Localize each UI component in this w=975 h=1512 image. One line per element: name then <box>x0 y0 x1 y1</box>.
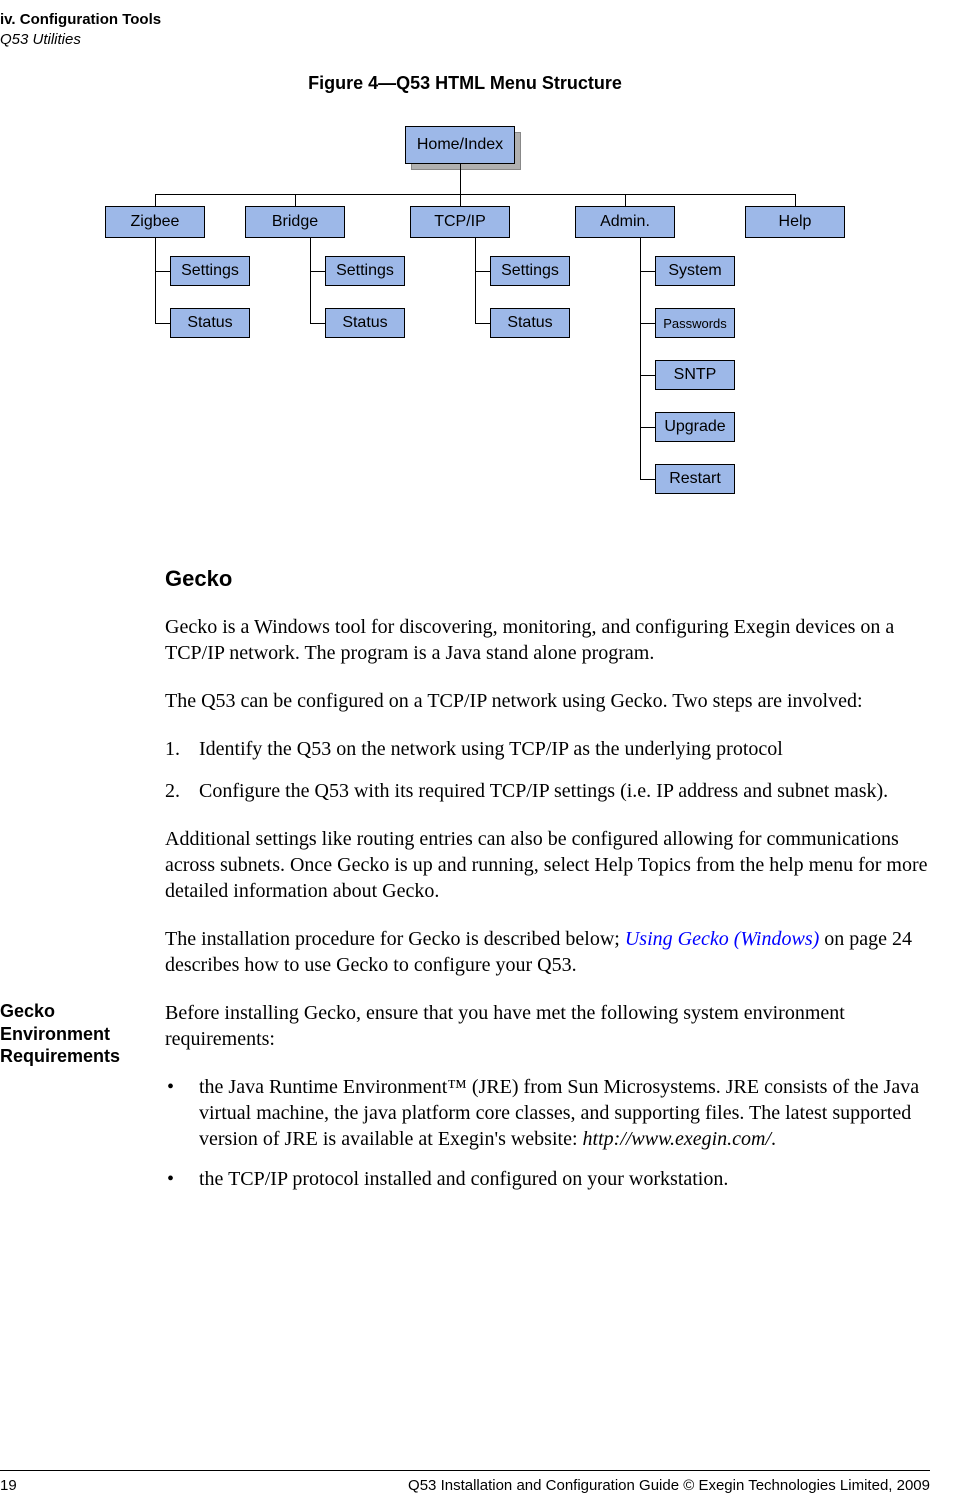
link-using-gecko[interactable]: Using Gecko (Windows) <box>625 928 819 950</box>
menu-structure-diagram: Home/Index Zigbee Bridge TCP/IP Admin. H… <box>0 126 930 506</box>
paragraph-intro: Gecko is a Windows tool for discovering,… <box>165 614 930 666</box>
list-item: • the Java Runtime Environment™ (JRE) fr… <box>165 1074 930 1152</box>
figure-caption: Figure 4—Q53 HTML Menu Structure <box>0 73 930 94</box>
diagram-node-help: Help <box>745 206 845 238</box>
page-header: iv. Configuration Tools Q53 Utilities <box>0 10 930 49</box>
diagram-node-bridge: Bridge <box>245 206 345 238</box>
diagram-node-admin-sntp: SNTP <box>655 360 735 390</box>
diagram-node-tcpip: TCP/IP <box>410 206 510 238</box>
list-item: 2. Configure the Q53 with its required T… <box>165 778 930 804</box>
header-chapter: iv. Configuration Tools <box>0 10 930 30</box>
diagram-node-admin: Admin. <box>575 206 675 238</box>
margin-label-requirements: Gecko Environment Requirements <box>0 1000 150 1068</box>
diagram-node-admin-upgrade: Upgrade <box>655 412 735 442</box>
diagram-node-bridge-settings: Settings <box>325 256 405 286</box>
footer-text: Q53 Installation and Configuration Guide… <box>408 1477 930 1494</box>
paragraph-req-intro: Before installing Gecko, ensure that you… <box>165 1000 930 1052</box>
diagram-node-tcpip-status: Status <box>490 308 570 338</box>
paragraph-steps-intro: The Q53 can be configured on a TCP/IP ne… <box>165 688 930 714</box>
page-footer: 19 Q53 Installation and Configuration Gu… <box>0 1470 930 1494</box>
list-item: 1. Identify the Q53 on the network using… <box>165 736 930 762</box>
diagram-node-zigbee-status: Status <box>170 308 250 338</box>
diagram-node-admin-restart: Restart <box>655 464 735 494</box>
page-number: 19 <box>0 1477 17 1494</box>
diagram-node-zigbee-settings: Settings <box>170 256 250 286</box>
header-section: Q53 Utilities <box>0 30 930 50</box>
diagram-node-admin-passwords: Passwords <box>655 308 735 338</box>
diagram-node-admin-system: System <box>655 256 735 286</box>
diagram-node-zigbee: Zigbee <box>105 206 205 238</box>
paragraph-install-ref: The installation procedure for Gecko is … <box>165 926 930 978</box>
diagram-node-tcpip-settings: Settings <box>490 256 570 286</box>
section-heading-gecko: Gecko <box>165 566 930 592</box>
diagram-node-home: Home/Index <box>405 126 515 164</box>
paragraph-additional: Additional settings like routing entries… <box>165 826 930 904</box>
diagram-node-bridge-status: Status <box>325 308 405 338</box>
ordered-list-steps: 1. Identify the Q53 on the network using… <box>165 736 930 804</box>
list-item: • the TCP/IP protocol installed and conf… <box>165 1166 930 1192</box>
